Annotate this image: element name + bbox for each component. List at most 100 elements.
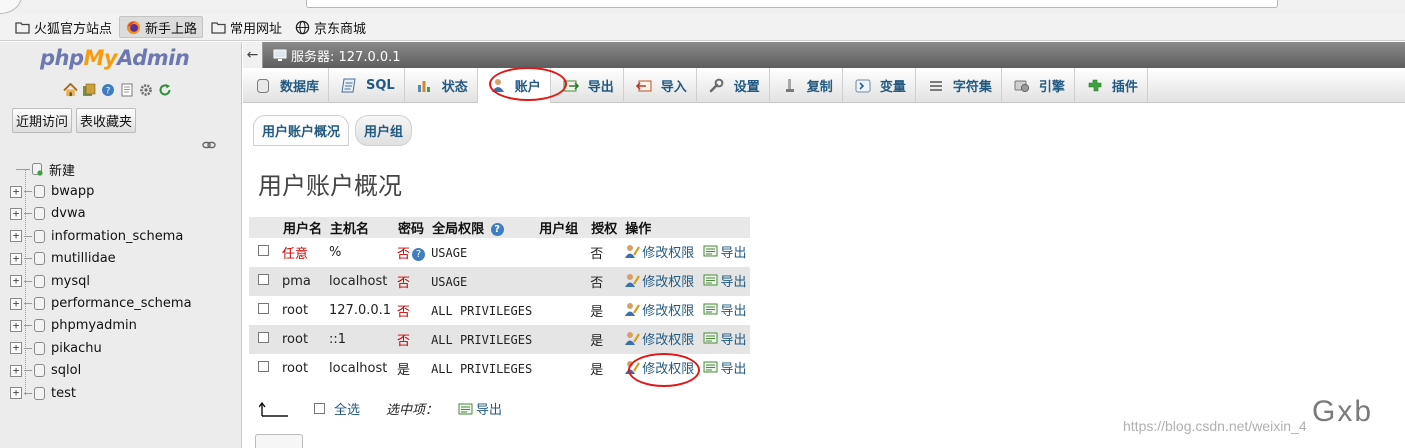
row-checkbox[interactable] [258,245,269,256]
database-icon[interactable] [81,82,97,98]
edit-privileges-link[interactable]: 修改权限 [624,242,694,261]
tree-item-mutillidae[interactable]: + mutillidae [10,248,192,270]
tab-export[interactable]: 导出 [551,68,624,103]
tree-item-performance-schema[interactable]: + performance_schema [10,292,192,314]
help-icon[interactable]: ? [490,223,504,236]
tab-replication[interactable]: 复制 [770,68,843,103]
tab-import[interactable]: 导入 [624,68,697,103]
row-checkbox[interactable] [258,332,269,343]
export-icon [703,274,718,286]
reload-icon[interactable] [157,82,173,98]
tree-item-phpmyadmin[interactable]: + phpmyadmin [10,315,192,337]
column-header-username[interactable]: 用户名 [279,217,327,238]
edit-privileges-link[interactable]: 修改权限 [624,329,694,348]
expand-icon[interactable]: + [10,252,22,265]
tree-item-mysql[interactable]: + mysql [10,270,192,292]
edit-privileges-link[interactable]: 修改权限 [624,358,694,377]
column-header-user-group[interactable]: 用户组 [535,217,588,238]
gear-icon[interactable] [138,82,154,98]
database-name: mutillidae [51,251,116,267]
column-header-hostname[interactable]: 主机名 [326,217,395,238]
bookmark-common-sites[interactable]: 常用网址 [205,16,287,38]
password-status: 否 [397,276,411,291]
export-link[interactable]: 导出 [703,329,747,348]
tab-status[interactable]: 状态 [405,68,478,103]
database-icon [34,185,45,199]
bookmark-jd[interactable]: 京东商城 [289,16,371,38]
bookmark-label: 常用网址 [230,21,283,37]
bookmark-firefox-site[interactable]: 火狐官方站点 [9,16,117,38]
select-all-link[interactable]: 全选 [334,399,360,418]
link-chain-icon[interactable] [202,140,216,150]
expand-icon[interactable]: + [10,342,22,355]
export-link[interactable]: 导出 [703,242,747,261]
export-icon [563,78,579,94]
recent-tables-tab[interactable]: 近期访问 [12,108,73,133]
tree-item-dvwa[interactable]: + dvwa [10,203,192,225]
edit-privileges-icon [625,361,641,375]
database-tree: 新建 + bwapp + dvwa + information_schema +… [10,158,192,404]
column-header-password[interactable]: 密码 [394,217,429,238]
nav-quick-icons: ? [62,82,173,98]
tree-item-information-schema[interactable]: + information_schema [10,225,192,247]
actions-cell: 修改权限 导出 [621,354,750,383]
column-header-global-privileges[interactable]: 全局权限 ? [428,217,536,238]
column-header-grant[interactable]: 授权 [587,217,622,238]
server-icon [273,49,287,61]
edit-privileges-link[interactable]: 修改权限 [624,271,694,290]
edit-privileges-icon [625,245,641,259]
expand-icon[interactable]: + [10,387,22,400]
password-cell: 否 [394,325,429,354]
subtab-user-groups[interactable]: 用户组 [355,115,413,146]
database-name: test [51,385,76,401]
home-icon[interactable] [62,82,78,98]
expand-icon[interactable]: + [10,297,22,310]
help-icon[interactable]: ? [100,82,116,98]
back-button[interactable] [0,0,22,14]
export-link[interactable]: 导出 [703,300,747,319]
folder-icon [210,19,226,35]
bookmark-label: 京东商城 [314,21,367,37]
tab-settings[interactable]: 设置 [697,68,770,103]
grant-cell: 是 [587,296,622,325]
row-checkbox[interactable] [258,274,269,285]
tab-plugins[interactable]: 插件 [1075,68,1148,103]
tree-item-bwapp[interactable]: + bwapp [10,180,192,202]
subtab-user-accounts-overview[interactable]: 用户账户概况 [253,115,350,146]
select-all-checkbox[interactable] [314,403,325,414]
tab-engines[interactable]: 引擎 [1002,68,1075,103]
expand-icon[interactable]: + [10,275,22,288]
edit-privileges-link[interactable]: 修改权限 [624,300,694,319]
tab-charsets[interactable]: 字符集 [916,68,1002,103]
phpmyadmin-logo[interactable]: phpMyAdmin [40,46,190,70]
expand-icon[interactable]: + [10,319,22,332]
tab-databases[interactable]: 数据库 [243,68,330,103]
favorite-tables-tab[interactable]: 表收藏夹 [76,108,137,133]
collapse-nav-button[interactable]: ← [243,42,263,68]
expand-icon[interactable]: + [10,185,22,198]
arrow-up-icon [259,401,288,417]
tree-item-new[interactable]: 新建 [10,158,192,180]
user-group-cell [535,296,588,325]
tree-item-test[interactable]: + test [10,382,192,404]
export-link[interactable]: 导出 [703,358,747,377]
docs-icon[interactable] [119,82,135,98]
bookmark-getting-started[interactable]: 新手上路 [119,16,204,38]
expand-icon[interactable]: + [10,207,22,220]
actions-cell: 修改权限 导出 [621,238,750,267]
export-link[interactable]: 导出 [703,271,747,290]
url-input[interactable] [306,0,1278,8]
bulk-export-link[interactable]: 导出 [458,399,502,418]
row-checkbox[interactable] [258,303,269,314]
help-icon[interactable]: ? [412,248,426,261]
tree-item-pikachu[interactable]: + pikachu [10,337,192,359]
tab-accounts[interactable]: 账户 [477,68,551,103]
server-breadcrumb[interactable]: 服务器: 127.0.0.1 [273,46,401,65]
row-checkbox[interactable] [258,361,269,372]
expand-icon[interactable]: + [10,364,22,377]
tab-sql[interactable]: SQL [329,68,405,103]
tree-item-sqlol[interactable]: + sqlol [10,360,192,382]
expand-icon[interactable]: + [10,230,22,243]
tab-variables[interactable]: 变量 [843,68,916,103]
add-user-button[interactable] [255,434,303,448]
